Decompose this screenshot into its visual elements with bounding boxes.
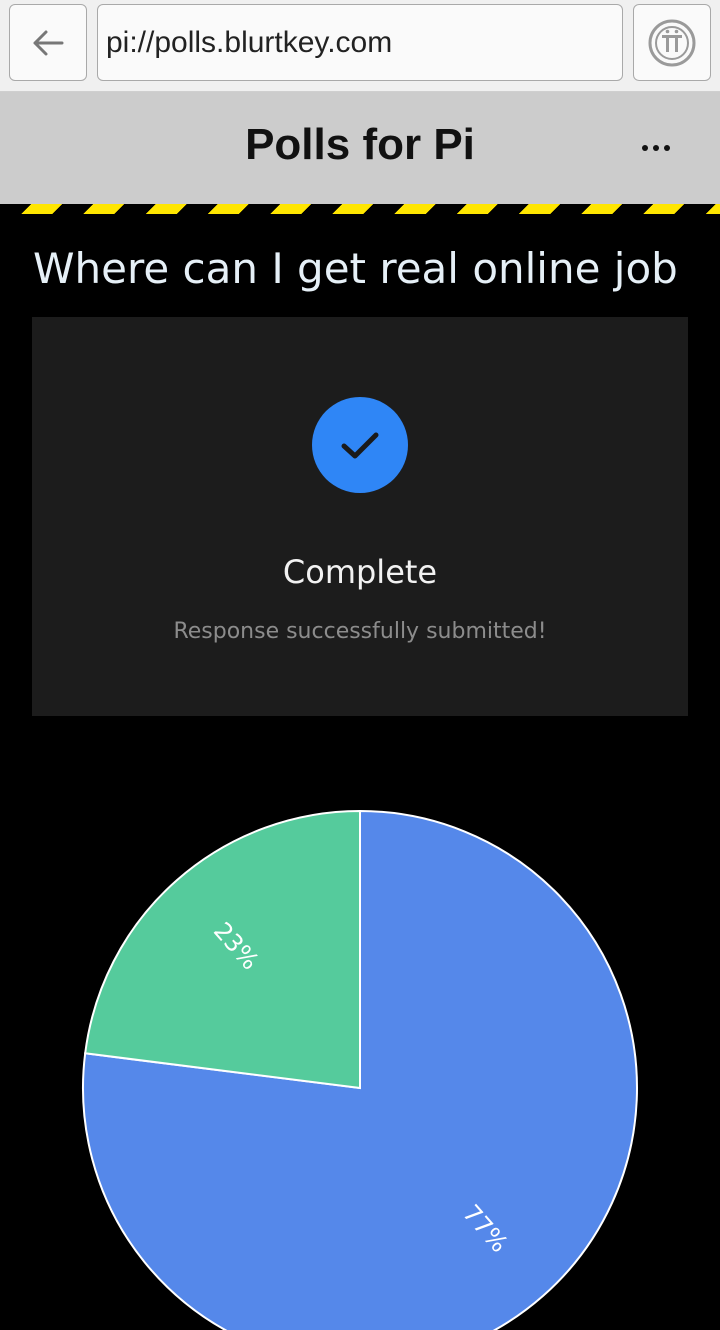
browser-toolbar: pi://polls.blurtkey.com — [0, 0, 720, 92]
status-title: Complete — [282, 553, 438, 591]
hazard-stripe-divider — [0, 204, 720, 214]
address-bar[interactable]: pi://polls.blurtkey.com — [97, 4, 623, 81]
back-button[interactable] — [9, 4, 87, 81]
app-title: Polls for Pi — [245, 120, 475, 169]
submission-status-card: Complete Response successfully submitted… — [32, 317, 688, 716]
status-message: Response successfully submitted! — [173, 619, 547, 644]
results-pie-chart: 77%23% — [82, 809, 638, 1330]
app-header: Polls for Pi — [0, 92, 720, 204]
pi-logo-icon — [648, 19, 696, 66]
pi-browser-button[interactable] — [633, 4, 711, 81]
poll-question: Where can I get real online job — [33, 244, 678, 293]
arrow-left-icon — [33, 30, 64, 55]
more-dots-icon[interactable] — [628, 128, 684, 168]
checkmark-icon — [312, 397, 408, 493]
url-text: pi://polls.blurtkey.com — [106, 25, 393, 59]
